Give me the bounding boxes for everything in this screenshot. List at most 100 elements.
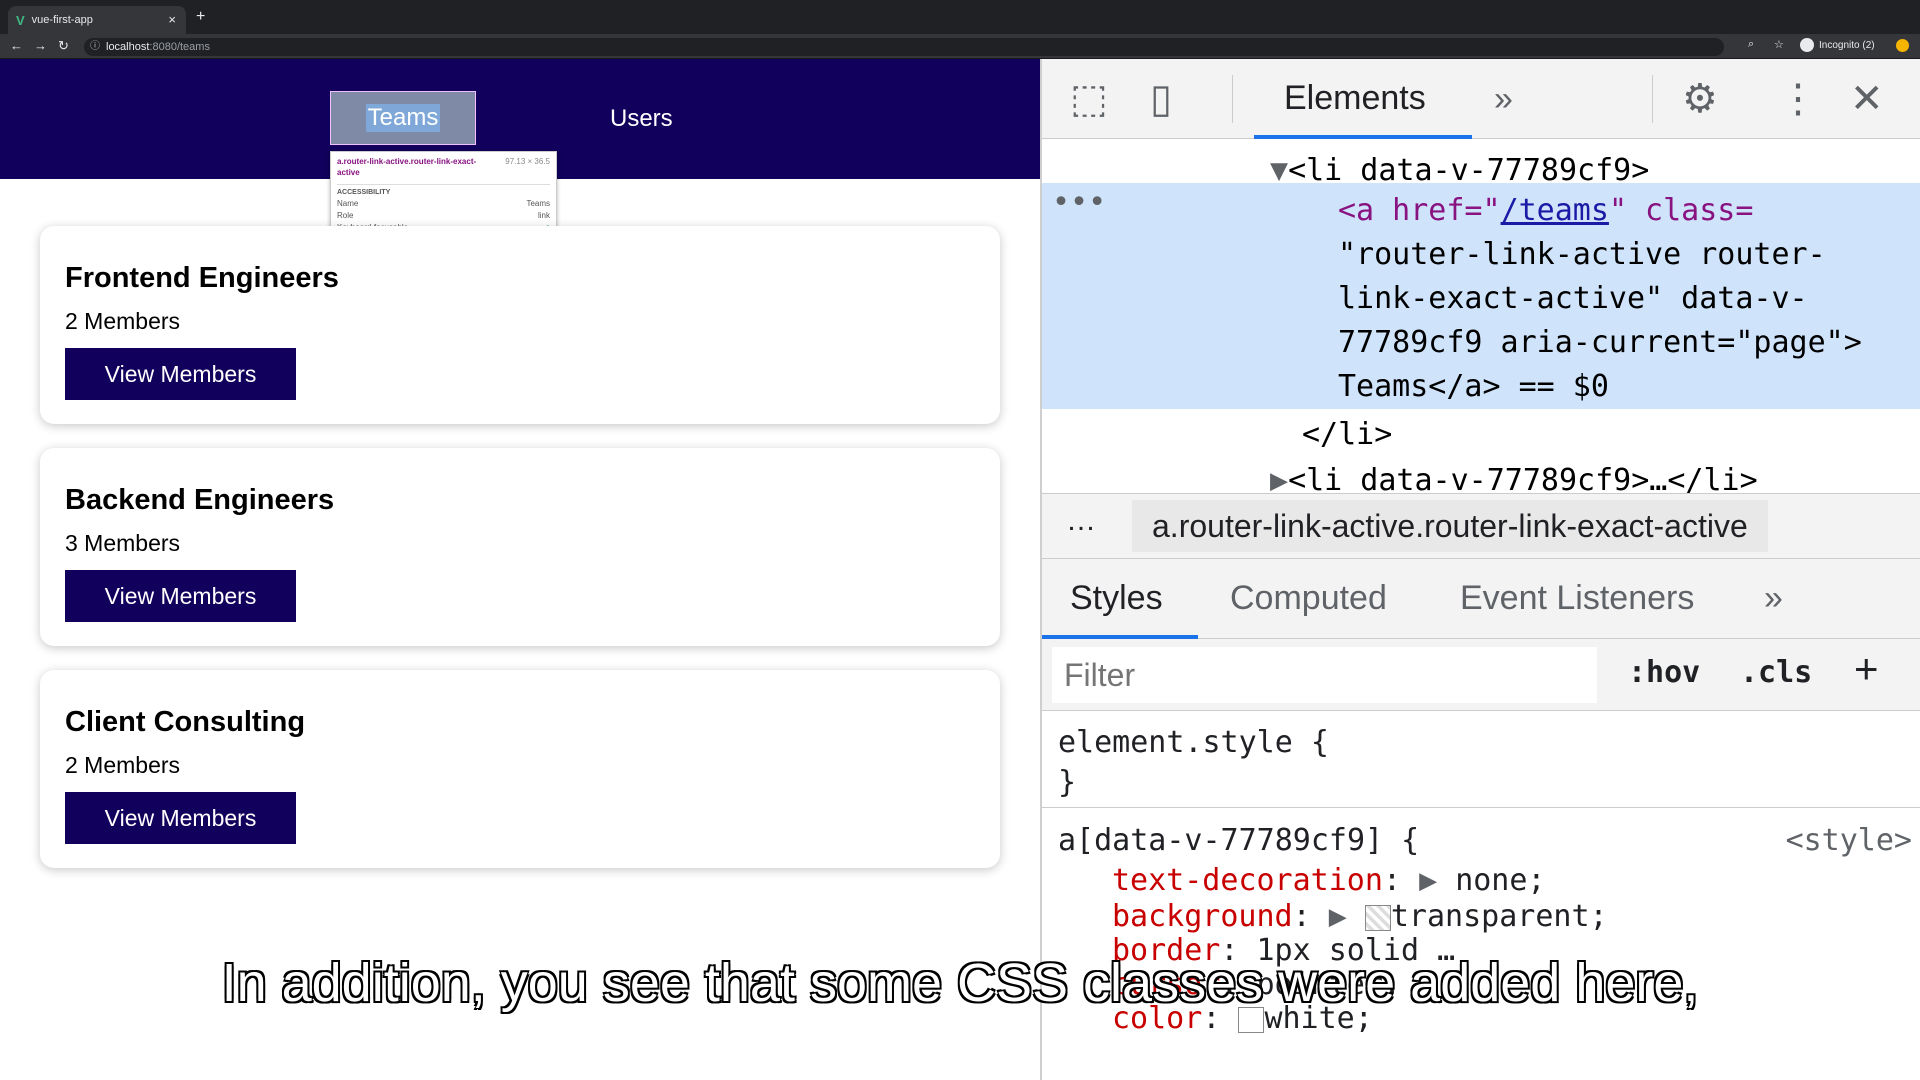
rule-divider: [1042, 807, 1920, 808]
url-path: :8080/teams: [149, 41, 210, 53]
breadcrumb-more-icon[interactable]: …: [1066, 504, 1096, 538]
dom-href-link[interactable]: /teams: [1501, 193, 1609, 228]
gear-icon[interactable]: ⚙: [1682, 77, 1718, 121]
tooltip-size: 97.13 × 36.5: [505, 157, 550, 166]
video-subtitle: In addition, you see that some CSS class…: [221, 952, 1700, 1014]
tab-computed[interactable]: Computed: [1230, 579, 1387, 618]
dom-tree: ••• ▼<li data-v-77789cf9> <a href="/team…: [1042, 139, 1920, 498]
styles-pane: element.style { } a[data-v-77789cf9] { <…: [1042, 711, 1920, 1080]
dom-node-a-line: link-exact-active" data-v-: [1338, 281, 1808, 316]
tooltip-row-value: link: [537, 211, 550, 220]
element-style-open[interactable]: element.style {: [1058, 725, 1329, 760]
team-member-count: 3 Members: [65, 530, 181, 556]
property-value: none;: [1455, 863, 1546, 898]
team-name: Backend Engineers: [65, 484, 335, 516]
back-icon[interactable]: ←: [10, 38, 23, 53]
dom-tag-text: <a href=": [1338, 193, 1501, 228]
reload-icon[interactable]: ↻: [58, 38, 69, 54]
toolbar-divider: [1652, 75, 1653, 123]
property-name: text-decoration: [1112, 863, 1383, 898]
close-icon[interactable]: ✕: [1850, 77, 1884, 121]
tab-event-listeners[interactable]: Event Listeners: [1460, 579, 1694, 618]
dom-node-a-line: "router-link-active router-: [1338, 237, 1826, 272]
styles-filter-input[interactable]: [1052, 647, 1597, 703]
property-value: transparent;: [1390, 899, 1608, 934]
url-host: localhost: [106, 41, 150, 53]
styles-subtabs: Styles Computed Event Listeners »: [1042, 559, 1920, 639]
expand-triangle-icon[interactable]: ▼: [1270, 153, 1288, 188]
devtools-panel: ⬚ ▯ Elements » ⚙ ⋮ ✕ ••• ▼<li data-v-777…: [1040, 59, 1920, 1080]
new-tab-icon[interactable]: +: [196, 8, 205, 26]
property-name: background: [1112, 899, 1293, 934]
style-property[interactable]: background: ▶ transparent;: [1112, 899, 1608, 934]
kebab-menu-icon[interactable]: ⋮: [1778, 77, 1818, 121]
url-field[interactable]: ⓘ localhost:8080/teams: [84, 38, 1724, 56]
dom-node-a-line[interactable]: <a href="/teams" class=: [1338, 193, 1753, 228]
dom-node-li[interactable]: ▼<li data-v-77789cf9>: [1270, 153, 1649, 188]
tooltip-row: Role link: [337, 211, 550, 220]
zoom-icon[interactable]: ⌕: [1748, 38, 1754, 51]
tooltip-row: Name Teams: [337, 199, 550, 208]
color-swatch-icon[interactable]: [1364, 904, 1391, 931]
hov-toggle[interactable]: :hov: [1628, 655, 1700, 690]
udemy-watermark: ûdemy: [1840, 1046, 1889, 1063]
team-card: Backend Engineers 3 Members View Members: [40, 448, 1000, 646]
dom-node-a-line: 77789cf9 aria-current="page">: [1338, 325, 1862, 360]
dom-tag-text: " class=: [1608, 193, 1754, 228]
info-icon[interactable]: ⓘ: [90, 38, 100, 56]
tooltip-row-value: Teams: [526, 199, 550, 208]
tooltip-row-label: Role: [337, 211, 354, 220]
rule-selector[interactable]: a[data-v-77789cf9] {: [1058, 823, 1419, 858]
view-members-button[interactable]: View Members: [65, 348, 296, 400]
inspect-element-icon[interactable]: ⬚: [1070, 77, 1108, 121]
more-tabs-icon[interactable]: »: [1494, 77, 1513, 121]
expand-triangle-icon[interactable]: ▶: [1419, 863, 1437, 898]
incognito-badge[interactable]: Incognito (2): [1800, 38, 1875, 52]
team-name: Client Consulting: [65, 706, 306, 738]
nav-link-users[interactable]: Users: [610, 105, 673, 133]
more-tabs-icon[interactable]: »: [1764, 579, 1783, 618]
device-toolbar-icon[interactable]: ▯: [1150, 77, 1172, 121]
expand-triangle-icon[interactable]: ▶: [1329, 899, 1347, 934]
nav-link-teams-label: Teams: [365, 104, 441, 132]
forward-icon[interactable]: →: [34, 38, 47, 53]
browser-tab-bar: V vue-first-app × +: [0, 0, 1920, 34]
tab-styles[interactable]: Styles: [1070, 579, 1163, 618]
filter-row: :hov .cls +: [1042, 639, 1920, 711]
tooltip-row-label: Name: [337, 199, 359, 208]
devtools-toolbar: ⬚ ▯ Elements » ⚙ ⋮ ✕: [1042, 59, 1920, 139]
team-card: Frontend Engineers 2 Members View Member…: [40, 226, 1000, 424]
vue-logo-icon: V: [16, 12, 25, 28]
tooltip-section-title: ACCESSIBILITY: [337, 184, 550, 196]
browser-tab[interactable]: V vue-first-app ×: [8, 6, 186, 34]
nav-link-teams[interactable]: Teams: [330, 91, 476, 145]
dom-breadcrumb: … a.router-link-active.router-link-exact…: [1042, 493, 1920, 559]
update-indicator-icon[interactable]: [1896, 39, 1909, 52]
dom-node-li-close: </li>: [1302, 417, 1393, 452]
node-actions-icon[interactable]: •••: [1052, 185, 1106, 220]
add-rule-icon[interactable]: +: [1854, 645, 1879, 693]
incognito-avatar-icon: [1800, 38, 1814, 52]
breadcrumb-item[interactable]: a.router-link-active.router-link-exact-a…: [1132, 500, 1768, 552]
view-members-button[interactable]: View Members: [65, 792, 296, 844]
rule-source-link[interactable]: <style>: [1786, 823, 1912, 858]
dom-tag-text: <li data-v-77789cf9>: [1288, 153, 1650, 188]
toolbar-divider: [1232, 75, 1233, 123]
incognito-label: Incognito (2): [1819, 39, 1875, 51]
cls-toggle[interactable]: .cls: [1740, 655, 1812, 690]
web-page: Teams Users a.router-link-active.router-…: [0, 59, 1040, 1080]
address-bar-row: ← → ↻ ⓘ localhost:8080/teams ⌕ ☆: [0, 34, 1920, 59]
team-name: Frontend Engineers: [65, 262, 339, 294]
tooltip-selector: a.router-link-active.router-link-exact-a…: [337, 157, 477, 177]
tab-elements[interactable]: Elements: [1284, 79, 1426, 118]
team-member-count: 2 Members: [65, 752, 181, 778]
bookmark-star-icon[interactable]: ☆: [1774, 38, 1784, 51]
close-tab-icon[interactable]: ×: [168, 12, 176, 27]
style-property[interactable]: text-decoration: ▶ none;: [1112, 863, 1546, 898]
team-member-count: 2 Members: [65, 308, 181, 334]
dom-node-a-line: Teams</a> == $0: [1338, 369, 1609, 404]
tab-title: vue-first-app: [31, 14, 93, 26]
team-card: Client Consulting 2 Members View Members: [40, 670, 1000, 868]
element-style-close: }: [1058, 765, 1077, 800]
view-members-button[interactable]: View Members: [65, 570, 296, 622]
